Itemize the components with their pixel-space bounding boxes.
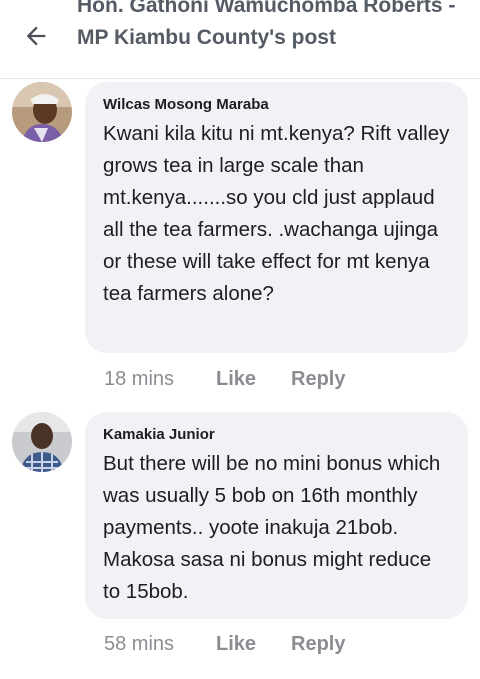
comment-time: 18 mins (104, 368, 175, 390)
avatar[interactable] (12, 82, 72, 142)
comment-meta: 58 mins Like Reply (104, 631, 345, 657)
comment-author[interactable]: Kamakia Junior (103, 424, 450, 446)
comment-time: 58 mins (104, 633, 175, 655)
reply-button[interactable]: Reply (291, 631, 345, 657)
post-header: Hon. Gathoni Wamuchomba Roberts - MP Kia… (0, 0, 480, 79)
arrow-left-icon[interactable] (22, 22, 50, 50)
like-button[interactable]: Like (216, 631, 291, 657)
comment-bubble: Kamakia Junior But there will be no mini… (85, 412, 468, 619)
avatar[interactable] (12, 412, 72, 472)
like-button[interactable]: Like (216, 366, 291, 392)
reply-button[interactable]: Reply (291, 366, 345, 392)
comments-page: Hon. Gathoni Wamuchomba Roberts - MP Kia… (0, 0, 480, 679)
comment-text: But there will be no mini bonus which wa… (103, 452, 441, 603)
comment-text: Kwani kila kitu ni mt.kenya? Rift valley… (103, 122, 450, 305)
comment-bubble: Wilcas Mosong Maraba Kwani kila kitu ni … (85, 82, 468, 353)
comment-meta: 18 mins Like Reply (104, 366, 345, 392)
post-title: Hon. Gathoni Wamuchomba Roberts - MP Kia… (77, 0, 456, 49)
comment-author[interactable]: Wilcas Mosong Maraba (103, 94, 450, 116)
